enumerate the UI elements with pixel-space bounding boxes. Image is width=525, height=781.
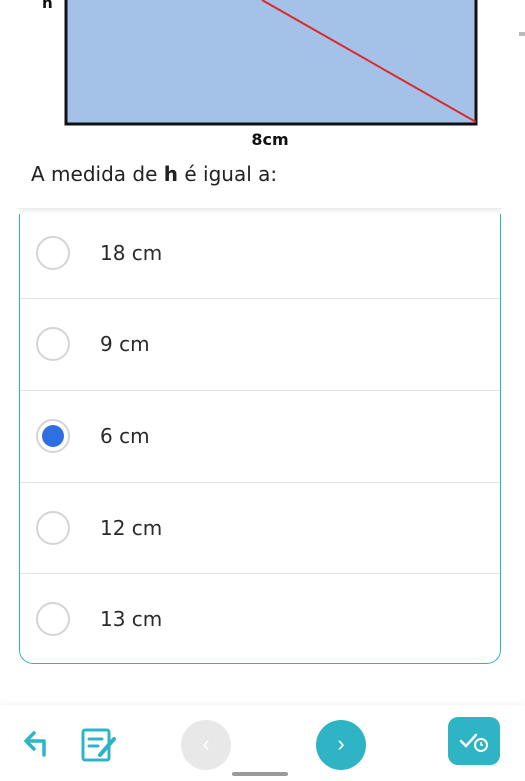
question-text: A medida de h é igual a: [31, 162, 277, 186]
rectangle-diagram [64, 0, 478, 126]
question-suffix: é igual a: [178, 162, 278, 186]
radio-button-selected[interactable] [36, 418, 70, 453]
notes-edit-icon [81, 728, 116, 762]
notes-button[interactable] [80, 727, 120, 763]
check-timer-icon [459, 733, 488, 752]
answer-label: 12 cm [100, 515, 163, 540]
radio-button[interactable] [36, 510, 70, 545]
height-label: h [42, 0, 53, 12]
radio-button[interactable] [36, 601, 70, 636]
answer-option[interactable]: 12 cm [20, 482, 500, 572]
rectangle-shape [64, 0, 478, 126]
answer-option[interactable]: 9 cm [20, 298, 500, 388]
radio-button[interactable] [36, 236, 70, 270]
finish-button[interactable] [448, 717, 500, 765]
home-indicator [232, 772, 288, 776]
answer-label: 6 cm [100, 423, 150, 448]
base-label: 8cm [251, 130, 289, 149]
scroll-edge-indicator [519, 32, 525, 36]
answer-label: 18 cm [100, 241, 163, 265]
answer-label: 13 cm [100, 606, 163, 631]
answer-option[interactable]: 18 cm [20, 208, 500, 298]
answer-options-card: 18 cm 9 cm 6 cm 12 cm 13 cm [19, 208, 501, 664]
back-arrow-icon [24, 731, 46, 757]
previous-button[interactable]: ‹ [181, 720, 231, 770]
geometry-figure: h 8cm [0, 0, 525, 160]
answer-option[interactable]: 6 cm [20, 390, 500, 480]
bottom-toolbar: ‹ › [0, 705, 525, 781]
back-button[interactable] [22, 727, 54, 759]
answer-option[interactable]: 13 cm [20, 573, 500, 663]
radio-button[interactable] [36, 326, 70, 361]
question-variable: h [163, 162, 178, 186]
next-button[interactable]: › [316, 720, 366, 770]
question-prefix: A medida de [31, 162, 164, 186]
answer-label: 9 cm [100, 331, 150, 356]
